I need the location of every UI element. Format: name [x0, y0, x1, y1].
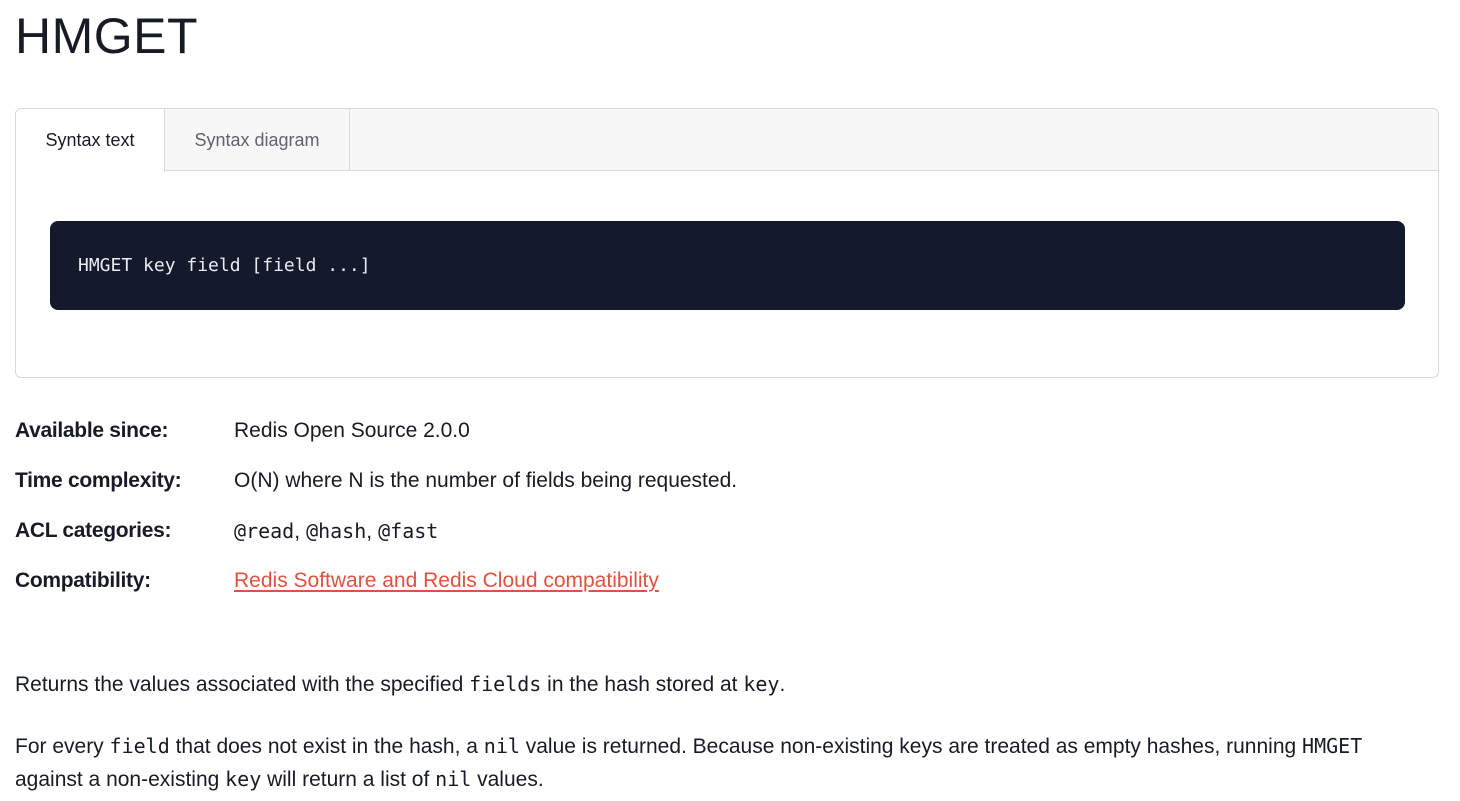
syntax-code-block: HMGET key field [field ...]: [50, 221, 1405, 310]
acl-separator: ,: [294, 520, 301, 543]
meta-row-compatibility: Compatibility: Redis Software and Redis …: [15, 561, 1115, 611]
desc-text: that does not exist in the hash, a: [169, 735, 484, 758]
time-complexity-value: O(N) where N is the number of fields bei…: [234, 469, 738, 492]
desc-text: Returns the values associated with the s…: [15, 673, 470, 696]
available-since-value: Redis Open Source 2.0.0: [234, 419, 470, 442]
acl-separator: ,: [366, 520, 373, 543]
tab-syntax-diagram[interactable]: Syntax diagram: [165, 109, 350, 171]
command-metadata: Available since: Redis Open Source 2.0.0…: [15, 411, 1115, 611]
meta-row-acl-categories: ACL categories: @read, @hash, @fast: [15, 511, 1115, 561]
acl-category: @read: [234, 519, 295, 543]
desc-code: HMGET: [1302, 734, 1363, 758]
compatibility-label: Compatibility:: [15, 569, 151, 592]
desc-text: values.: [471, 768, 544, 791]
desc-text: against a non-existing: [15, 768, 226, 791]
meta-row-available-since: Available since: Redis Open Source 2.0.0: [15, 411, 1115, 461]
acl-categories-value: @read, @hash, @fast: [234, 511, 438, 552]
acl-categories-label: ACL categories:: [15, 519, 172, 542]
desc-code: key: [225, 767, 262, 791]
desc-text: For every: [15, 735, 110, 758]
desc-code: nil: [435, 767, 472, 791]
compatibility-value: Redis Software and Redis Cloud compatibi…: [234, 561, 659, 601]
tab-syntax-text[interactable]: Syntax text: [16, 109, 165, 172]
page-title: HMGET: [15, 8, 199, 64]
desc-code: nil: [483, 734, 520, 758]
acl-category: @hash: [306, 519, 367, 543]
desc-text: in the hash stored at: [541, 673, 744, 696]
meta-row-time-complexity: Time complexity: O(N) where N is the num…: [15, 461, 1115, 511]
tab-bar: Syntax text Syntax diagram: [16, 109, 1438, 172]
desc-code: field: [109, 734, 170, 758]
syntax-tabs-panel: Syntax text Syntax diagram HMGET key fie…: [15, 108, 1439, 378]
desc-text: .: [779, 673, 786, 696]
available-since-label: Available since:: [15, 419, 169, 442]
desc-text: will return a list of: [261, 768, 436, 791]
description-paragraph-1: Returns the values associated with the s…: [15, 668, 1415, 701]
compatibility-link[interactable]: Redis Software and Redis Cloud compatibi…: [234, 569, 659, 592]
description-paragraph-2: For every field that does not exist in t…: [15, 730, 1415, 796]
syntax-code: HMGET key field [field ...]: [78, 255, 371, 276]
desc-code: fields: [469, 672, 542, 696]
time-complexity-label: Time complexity:: [15, 469, 182, 492]
acl-category: @fast: [378, 519, 439, 543]
desc-code: key: [743, 672, 780, 696]
desc-text: value is returned. Because non-existing …: [519, 735, 1303, 758]
